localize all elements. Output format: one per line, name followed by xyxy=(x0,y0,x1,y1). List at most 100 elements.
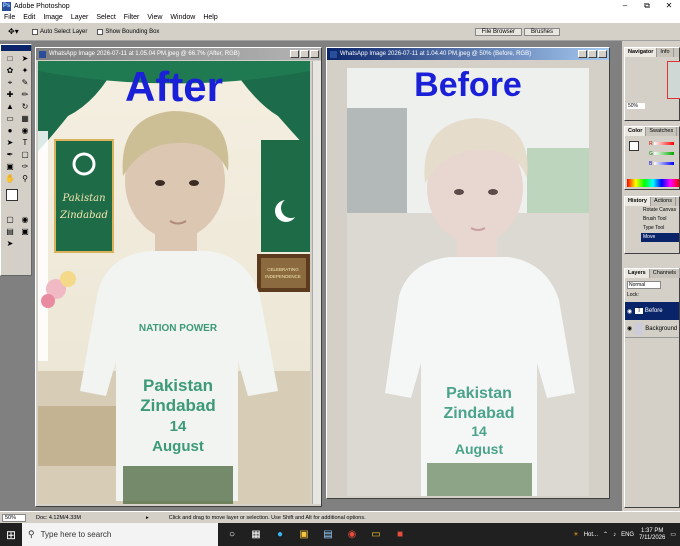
fullscreen-mode-icon[interactable]: ▣ xyxy=(18,226,32,237)
minimize-button[interactable]: – xyxy=(614,1,636,11)
notification-icon[interactable]: ▭ xyxy=(670,531,676,538)
marquee-tool-icon[interactable]: □ xyxy=(3,53,17,64)
dodge-tool-icon[interactable]: ◉ xyxy=(18,125,32,136)
menu-file[interactable]: File xyxy=(0,14,19,21)
photoshop-taskbar-icon[interactable]: ▤ xyxy=(318,523,338,546)
menu-filter[interactable]: Filter xyxy=(120,14,144,21)
after-minimize-button[interactable] xyxy=(290,50,299,58)
quick-mask-icon[interactable]: ◉ xyxy=(18,214,32,225)
tab-brushes[interactable]: Brushes xyxy=(523,27,560,36)
tab-swatches[interactable]: Swatches xyxy=(646,127,678,136)
navigator-thumbnail[interactable] xyxy=(667,61,680,99)
widgets-icon[interactable]: ▦ xyxy=(246,523,266,546)
status-arrow-icon[interactable]: ▸ xyxy=(146,515,149,521)
tab-color[interactable]: Color xyxy=(625,127,647,136)
after-canvas[interactable]: Pakistan Zindabad CELEBRATING INDEPENDEN… xyxy=(38,61,310,504)
windows-start-icon[interactable]: ⊞ xyxy=(0,523,22,546)
after-close-button[interactable] xyxy=(310,50,319,58)
tab-channels[interactable]: Channels xyxy=(650,269,680,278)
color-ramp[interactable] xyxy=(627,179,679,187)
layer-row-background[interactable]: ◉ Background xyxy=(625,320,679,338)
before-minimize-button[interactable] xyxy=(578,50,587,58)
before-canvas[interactable]: Pakistan Zindabad 14 August Before xyxy=(347,68,589,496)
menu-window[interactable]: Window xyxy=(166,14,199,21)
menu-help[interactable]: Help xyxy=(199,14,221,21)
color-swatches[interactable] xyxy=(3,189,29,209)
history-item[interactable]: Brush Tool xyxy=(643,215,679,224)
shape-tool-icon[interactable]: ▢ xyxy=(18,149,32,160)
magic-wand-icon[interactable]: ✦ xyxy=(18,65,32,76)
healing-brush-icon[interactable]: ✚ xyxy=(3,89,17,100)
tab-info[interactable]: Info xyxy=(657,48,674,57)
language-indicator[interactable]: ENG xyxy=(621,532,634,538)
tab-layers[interactable]: Layers xyxy=(625,269,650,278)
restore-button[interactable]: ⧉ xyxy=(636,1,658,11)
layer-row-before[interactable]: ◉ T Before xyxy=(625,302,679,320)
show-bounding-box-checkbox[interactable]: Show Bounding Box xyxy=(97,28,159,35)
history-item[interactable]: Type Tool xyxy=(643,224,679,233)
history-brush-icon[interactable]: ↻ xyxy=(18,101,32,112)
clone-stamp-icon[interactable]: ▲ xyxy=(3,101,17,112)
speaker-icon[interactable]: ♪ xyxy=(613,532,616,538)
eye-icon[interactable]: ◉ xyxy=(627,308,632,315)
before-window-titlebar[interactable]: WhatsApp Image 2026-07-11 at 1.04.40 PM.… xyxy=(327,48,609,60)
weather-icon[interactable]: ☀ xyxy=(573,531,578,538)
jump-to-imageready-icon[interactable]: ➤ xyxy=(3,238,17,249)
move-tool-icon[interactable]: ✥▾ xyxy=(8,27,22,36)
navigator-zoom[interactable]: 50% xyxy=(627,103,645,109)
weather-text[interactable]: Hot... xyxy=(584,532,598,538)
menu-select[interactable]: Select xyxy=(92,14,119,21)
tab-actions[interactable]: Actions xyxy=(651,197,676,206)
chrome-icon[interactable]: ◉ xyxy=(342,523,362,546)
file-explorer-icon[interactable]: ▣ xyxy=(294,523,314,546)
gradient-tool-icon[interactable]: ▦ xyxy=(18,113,32,124)
after-maximize-button[interactable] xyxy=(300,50,309,58)
channel-b: B xyxy=(649,159,674,169)
type-tool-icon[interactable]: T xyxy=(18,137,32,148)
tab-file-browser[interactable]: File Browser xyxy=(474,27,522,36)
menu-edit[interactable]: Edit xyxy=(19,14,39,21)
menu-image[interactable]: Image xyxy=(39,14,66,21)
screen-mode-icon[interactable]: ▤ xyxy=(3,226,17,237)
pen-tool-icon[interactable]: ✒ xyxy=(3,149,17,160)
status-zoom[interactable]: 50% xyxy=(2,513,26,522)
tab-navigator[interactable]: Navigator xyxy=(625,48,658,57)
auto-select-layer-checkbox[interactable]: Auto Select Layer xyxy=(32,28,87,35)
lasso-tool-icon[interactable]: ✿ xyxy=(3,65,17,76)
before-maximize-button[interactable] xyxy=(588,50,597,58)
before-window-title: WhatsApp Image 2026-07-11 at 1.04.40 PM.… xyxy=(340,51,532,57)
before-close-button[interactable] xyxy=(598,50,607,58)
taskbar-search[interactable]: ⚲ Type here to search xyxy=(22,523,218,546)
menu-view[interactable]: View xyxy=(143,14,166,21)
eraser-tool-icon[interactable]: ▭ xyxy=(3,113,17,124)
task-view-icon[interactable]: ○ xyxy=(222,523,242,546)
standard-mode-icon[interactable]: ▢ xyxy=(3,214,17,225)
brush-tool-icon[interactable]: ✏ xyxy=(18,89,32,100)
eyedropper-icon[interactable]: ✑ xyxy=(18,161,32,172)
blur-tool-icon[interactable]: ● xyxy=(3,125,17,136)
tray-chevron-icon[interactable]: ⌃ xyxy=(603,531,608,538)
clock[interactable]: 1:37 PM 7/11/2026 xyxy=(639,528,665,542)
foreground-color[interactable] xyxy=(6,189,18,201)
tab-history[interactable]: History xyxy=(625,197,651,206)
hand-tool-icon[interactable]: ✋ xyxy=(3,173,17,184)
history-item-selected[interactable]: Move xyxy=(641,233,679,242)
close-button[interactable]: ✕ xyxy=(658,1,680,11)
zoom-tool-icon[interactable]: ⚲ xyxy=(18,173,32,184)
blend-mode-select[interactable]: Normal xyxy=(627,281,661,289)
move-tool-icon[interactable]: ➤ xyxy=(18,53,32,64)
folder-icon[interactable]: ▭ xyxy=(366,523,386,546)
after-scrollbar[interactable] xyxy=(312,61,321,504)
menu-layer[interactable]: Layer xyxy=(67,14,93,21)
crop-tool-icon[interactable]: ⌖ xyxy=(3,77,17,88)
notes-tool-icon[interactable]: ▣ xyxy=(3,161,17,172)
status-doc-size: Doc: 4.12M/4.33M xyxy=(36,514,81,521)
path-selection-icon[interactable]: ➤ xyxy=(3,137,17,148)
after-window-titlebar[interactable]: WhatsApp Image 2026-07-11 at 1.05.04 PM.… xyxy=(36,48,321,60)
history-item[interactable]: Rotate Canvas xyxy=(643,206,679,215)
slice-tool-icon[interactable]: ✎ xyxy=(18,77,32,88)
edge-icon[interactable]: ● xyxy=(270,523,290,546)
eye-icon[interactable]: ◉ xyxy=(627,325,632,332)
color-fg-bg-icon[interactable] xyxy=(629,141,639,151)
app-icon[interactable]: ■ xyxy=(390,523,410,546)
